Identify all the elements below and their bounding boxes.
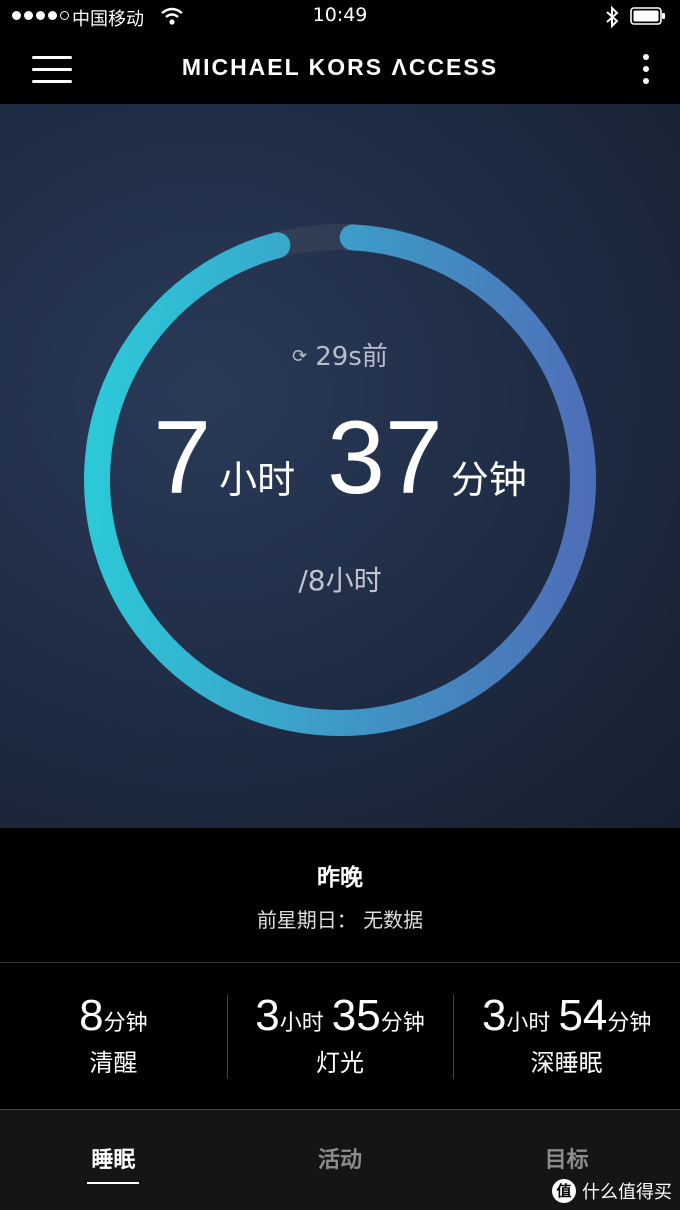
tab-sleep[interactable]: 睡眠 bbox=[0, 1110, 227, 1210]
status-time: 10:49 bbox=[312, 4, 368, 26]
stage-value: 3 bbox=[481, 991, 507, 1040]
watermark: 值 什么值得买 bbox=[552, 1178, 672, 1204]
tab-label: 活动 bbox=[318, 1148, 363, 1173]
tab-activity[interactable]: 活动 bbox=[227, 1110, 454, 1210]
tab-label: 目标 bbox=[544, 1148, 589, 1173]
stage-unit: 小时 bbox=[506, 1011, 551, 1036]
sleep-hours-unit: 小时 bbox=[219, 458, 296, 502]
stage-unit: 分钟 bbox=[103, 1011, 148, 1036]
sleep-overview: ⟳ 29s前 7 小时 37 分钟 /8小时 bbox=[0, 104, 680, 828]
bluetooth-icon bbox=[606, 5, 619, 29]
summary-title: 昨晚 bbox=[317, 865, 363, 891]
watermark-logo-icon: 值 bbox=[552, 1179, 576, 1203]
sleep-stages: 8分钟 清醒 3小时 35分钟 灯光 3小时 54分钟 深睡眠 bbox=[0, 963, 680, 1109]
stage-unit: 分钟 bbox=[607, 1011, 652, 1036]
stage-value: 8 bbox=[79, 991, 104, 1040]
stage-unit: 小时 bbox=[279, 1011, 324, 1036]
sleep-minutes: 37 bbox=[327, 400, 443, 516]
summary-subtitle: 前星期日： 无数据 bbox=[256, 908, 424, 932]
watermark-text: 什么值得买 bbox=[582, 1182, 672, 1203]
stage-value: 54 bbox=[558, 991, 608, 1040]
night-summary: 昨晚 前星期日： 无数据 bbox=[0, 828, 680, 962]
sleep-goal: /8小时 bbox=[298, 564, 382, 597]
stage-awake: 8分钟 清醒 bbox=[0, 963, 227, 1109]
total-sleep: 7 小时 37 分钟 bbox=[0, 399, 680, 518]
sync-time: 29s前 bbox=[315, 342, 388, 372]
tab-label: 睡眠 bbox=[91, 1148, 136, 1173]
stage-value: 35 bbox=[331, 991, 381, 1040]
stage-value: 3 bbox=[255, 991, 280, 1040]
last-sync: ⟳ 29s前 bbox=[0, 336, 680, 373]
stage-light: 3小时 35分钟 灯光 bbox=[226, 963, 454, 1109]
app-header: MICHAEL KORS ΛCCESS bbox=[0, 34, 680, 104]
battery-icon bbox=[630, 7, 665, 25]
stage-label: 清醒 bbox=[89, 1049, 138, 1077]
status-bar: 中国移动 10:49 bbox=[0, 0, 680, 34]
sleep-hours: 7 bbox=[153, 400, 212, 516]
brand-title: MICHAEL KORS ΛCCESS bbox=[181, 54, 499, 80]
active-tab-indicator bbox=[87, 1182, 140, 1184]
more-options-icon[interactable] bbox=[636, 52, 656, 86]
stage-label: 深睡眠 bbox=[530, 1049, 603, 1077]
stage-unit: 分钟 bbox=[380, 1011, 425, 1036]
sleep-minutes-unit: 分钟 bbox=[450, 458, 527, 502]
stage-label: 灯光 bbox=[316, 1049, 364, 1077]
stage-deep: 3小时 54分钟 深睡眠 bbox=[453, 963, 680, 1109]
sync-icon[interactable]: ⟳ bbox=[292, 346, 307, 367]
